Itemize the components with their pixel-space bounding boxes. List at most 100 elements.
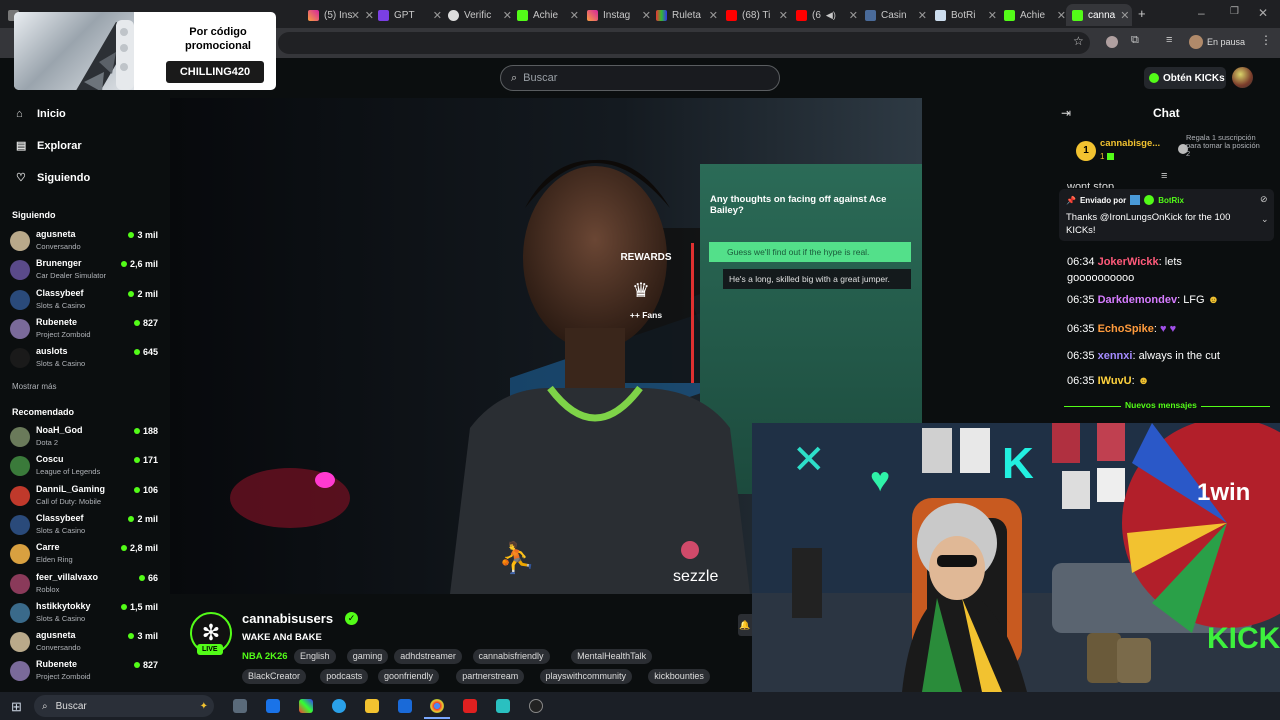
stream-tag[interactable]: adhdstreamer: [394, 649, 462, 664]
stream-tag[interactable]: goonfriendly: [378, 669, 440, 684]
browser-tab[interactable]: (6 ◀) ✕: [796, 4, 858, 26]
close-icon[interactable]: ✕: [988, 9, 997, 22]
stream-category[interactable]: NBA 2K26: [242, 651, 288, 662]
new-messages-label[interactable]: Nuevos mensajes: [1121, 400, 1201, 410]
close-icon[interactable]: ✕: [1057, 9, 1066, 22]
url-field[interactable]: [278, 32, 1090, 54]
nav-explore[interactable]: ▤ Explorar: [16, 140, 82, 152]
taskbar-search[interactable]: ⌕ Buscar ✦: [34, 695, 214, 717]
nav-home[interactable]: ⌂ Inicio: [16, 108, 66, 120]
stream-tag[interactable]: cannabisfriendly: [472, 649, 550, 664]
close-icon[interactable]: ✕: [849, 9, 858, 22]
get-kicks-button[interactable]: Obtén KICKs: [1144, 67, 1226, 89]
chat-message[interactable]: 06:35 xennxi: always in the cut: [1067, 350, 1220, 362]
new-tab-button[interactable]: +: [1138, 6, 1146, 21]
chat-message[interactable]: 06:35 Darkdemondev: LFG ☻: [1067, 294, 1219, 306]
channel-list-item[interactable]: Carre Elden Ring 2,8 mil: [10, 541, 162, 568]
chat-filter-icon[interactable]: ≡: [1161, 170, 1167, 182]
task-view-icon[interactable]: [233, 699, 247, 713]
bookmark-star-icon[interactable]: ☆: [1073, 34, 1084, 48]
channel-list-item[interactable]: Classybeef Slots & Casino 2 mil: [10, 512, 162, 539]
browser-tab[interactable]: Instag ✕: [587, 4, 651, 26]
browser-tab[interactable]: (5) Ins ✕: [308, 4, 374, 26]
gift-sub-prompt[interactable]: Regala 1 suscripción para tomar la posic…: [1186, 134, 1260, 158]
stream-tag[interactable]: gaming: [346, 649, 389, 664]
unpin-icon[interactable]: ⊘: [1260, 194, 1268, 205]
channel-list-item[interactable]: feer_villalvaxo Roblox 66: [10, 571, 162, 598]
stream-tag[interactable]: MentalHealthTalk: [571, 649, 653, 664]
message-username[interactable]: IWuvU: [1098, 375, 1132, 387]
app-icon[interactable]: [496, 699, 510, 713]
channel-name[interactable]: cannabisusers: [242, 611, 333, 626]
chrome-icon[interactable]: [430, 699, 444, 713]
channel-list-item[interactable]: Brunenger Car Dealer Simulator 2,6 mil: [10, 257, 162, 284]
close-window-icon[interactable]: ✕: [1258, 6, 1268, 20]
media-control-icon[interactable]: ≡: [1166, 34, 1172, 46]
chevron-down-icon[interactable]: ⌄: [1261, 214, 1269, 225]
channel-list-item[interactable]: Rubenete Project Zomboid 827: [10, 658, 162, 685]
copilot-icon[interactable]: [299, 699, 313, 713]
channel-list-item[interactable]: agusneta Conversando 3 mil: [10, 228, 162, 255]
close-icon[interactable]: ✕: [433, 9, 442, 22]
opera-icon[interactable]: [463, 699, 477, 713]
channel-list-item[interactable]: Coscu League of Legends 171: [10, 453, 162, 480]
close-icon[interactable]: ✕: [1120, 9, 1129, 22]
stream-tag[interactable]: podcasts: [320, 669, 369, 684]
leader-name[interactable]: cannabisge...: [1100, 138, 1160, 149]
browser-tab[interactable]: Casin ✕: [865, 4, 927, 26]
browser-tab-active[interactable]: canna ✕: [1066, 4, 1132, 26]
channel-list-item[interactable]: Rubenete Project Zomboid 827: [10, 316, 162, 343]
chat-message[interactable]: 06:34 JokerWickk: lets goooooooooo: [1067, 256, 1182, 284]
browser-tab[interactable]: Ruleta ✕: [656, 4, 718, 26]
close-icon[interactable]: ✕: [709, 9, 718, 22]
message-username[interactable]: Darkdemondev: [1098, 294, 1177, 306]
puzzle-icon[interactable]: ⧉: [1131, 34, 1139, 47]
extension-icon[interactable]: [1106, 36, 1118, 48]
store-icon[interactable]: [266, 699, 280, 713]
chat-message[interactable]: 06:35 EchoSpike: ♥ ♥: [1067, 323, 1176, 335]
message-username[interactable]: EchoSpike: [1098, 323, 1154, 335]
stream-tag[interactable]: BlackCreator: [242, 669, 307, 684]
promo-banner[interactable]: Por código promocional CHILLING420: [14, 12, 276, 90]
chat-message[interactable]: 06:35 IWuvU: ☻: [1067, 375, 1149, 387]
channel-list-item[interactable]: Classybeef Slots & Casino 2 mil: [10, 287, 162, 314]
edge-icon[interactable]: [332, 699, 346, 713]
channel-list-item[interactable]: agusneta Conversando 3 mil: [10, 629, 162, 656]
browser-tab[interactable]: Achie ✕: [1004, 4, 1066, 26]
close-icon[interactable]: ✕: [779, 9, 788, 22]
close-icon[interactable]: ✕: [503, 9, 512, 22]
notification-bell-icon[interactable]: 🔔: [738, 614, 752, 636]
browser-tab[interactable]: Achie ✕: [517, 4, 579, 26]
promo-code[interactable]: CHILLING420: [166, 61, 264, 83]
close-icon[interactable]: ✕: [918, 9, 927, 22]
message-username[interactable]: xennxi: [1098, 350, 1133, 362]
nav-following[interactable]: ♡ Siguiendo: [16, 172, 90, 184]
search-input[interactable]: ⌕ Buscar: [500, 65, 780, 91]
pinned-message[interactable]: 📌 Enviado por BotRix Thanks @IronLungsOn…: [1059, 189, 1274, 241]
stream-tag[interactable]: English: [294, 649, 336, 664]
channel-list-item[interactable]: NoaH_God Dota 2 188: [10, 424, 162, 451]
maximize-icon[interactable]: ❐: [1230, 6, 1239, 17]
profile-button[interactable]: En pausa: [1189, 33, 1253, 51]
obs-icon[interactable]: [529, 699, 543, 713]
show-more-link[interactable]: Mostrar más: [12, 382, 56, 391]
stream-tag[interactable]: partnerstream: [456, 669, 525, 684]
windows-start-icon[interactable]: ⊞: [11, 699, 22, 715]
stream-tag[interactable]: kickbounties: [648, 669, 710, 684]
outlook-icon[interactable]: [398, 699, 412, 713]
stream-tag[interactable]: playswithcommunity: [539, 669, 633, 684]
file-explorer-icon[interactable]: [365, 699, 379, 713]
browser-tab[interactable]: BotRi ✕: [935, 4, 997, 26]
channel-list-item[interactable]: auslots Slots & Casino 645: [10, 345, 162, 372]
user-avatar[interactable]: [1232, 67, 1253, 88]
collapse-chat-icon[interactable]: ⇥: [1061, 106, 1071, 120]
close-icon[interactable]: ✕: [570, 9, 579, 22]
channel-list-item[interactable]: DanniL_Gaming Call of Duty: Mobile 106: [10, 483, 162, 510]
close-icon[interactable]: ✕: [642, 9, 651, 22]
browser-tab[interactable]: (68) Ti ✕: [726, 4, 788, 26]
more-menu-icon[interactable]: ⋮: [1260, 33, 1272, 47]
browser-tab[interactable]: GPT ✕: [378, 4, 442, 26]
speaker-icon[interactable]: ◀): [826, 10, 836, 21]
pinned-sender[interactable]: BotRix: [1158, 196, 1184, 205]
close-icon[interactable]: ✕: [365, 9, 374, 22]
